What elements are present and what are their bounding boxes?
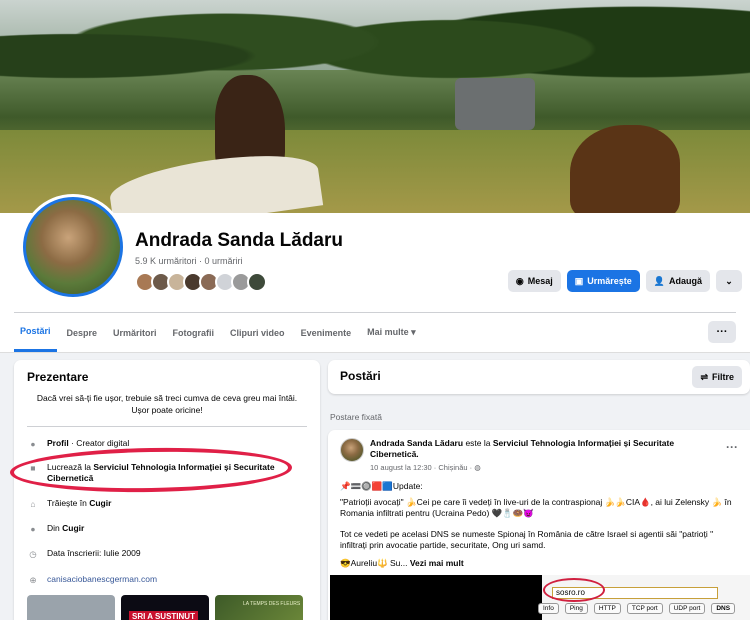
tab-photos[interactable]: Fotografii: [167, 314, 221, 352]
tab-videos[interactable]: Clipuri video: [224, 314, 291, 352]
globe-icon: ⊕: [29, 574, 37, 585]
messenger-icon: ◉: [515, 275, 524, 286]
posts-header: Postări ⇌ Filtre: [328, 360, 750, 394]
cover-trees: [0, 0, 750, 140]
media-left: [330, 575, 542, 620]
profile-tabs: Postări Despre Urmăritori Fotografii Cli…: [14, 312, 736, 352]
tcp-port-button: TCP port: [626, 603, 663, 614]
post-meta[interactable]: 10 august la 12:30 · Chișinău · ◍: [370, 463, 481, 472]
chevron-down-icon: ⌄: [725, 275, 733, 286]
followers-count[interactable]: 5.9 K urmăritori · 0 urmăriri: [135, 256, 243, 266]
add-friend-button[interactable]: 👤 Adaugă: [645, 270, 710, 292]
cover-dog: [570, 125, 680, 213]
filter-button[interactable]: ⇌ Filtre: [692, 366, 742, 388]
home-icon: ⌂: [30, 498, 36, 509]
intro-title: Prezentare: [27, 370, 89, 384]
post-line: Tot ce vedeti pe acelasi DNS se numeste …: [340, 529, 714, 550]
info-button: Info: [538, 603, 559, 614]
clock-icon: ◷: [29, 548, 37, 559]
featured-photo[interactable]: [27, 595, 115, 620]
featured-photo[interactable]: LA TEMPS DES FLEURS: [215, 595, 303, 620]
intro-joined-row: ◷ Data înscrierii: Iulie 2009: [27, 548, 312, 560]
profile-avatar[interactable]: [20, 194, 126, 300]
post-line: 😎Aureliu🔱 Su... Vezi mai mult: [340, 558, 464, 568]
cover-photo[interactable]: [0, 0, 750, 213]
udp-port-button: UDP port: [668, 603, 706, 614]
tab-followers[interactable]: Urmăritori: [107, 314, 163, 352]
tool-buttons: Info Ping HTTP TCP port UDP port DNS: [538, 603, 736, 614]
intro-photos: SRI A SUSTINUT LA TEMPS DES FLEURS: [27, 595, 303, 620]
posts-title: Postări: [340, 369, 381, 383]
tab-posts[interactable]: Postări: [14, 314, 57, 352]
intro-bio: Dacă vrei să-ți fie ușor, trebuie să tre…: [36, 393, 298, 415]
post-options-button[interactable]: ···: [726, 440, 738, 454]
post-media[interactable]: sosro.ro Info Ping HTTP TCP port UDP por…: [330, 575, 750, 620]
info-icon: ●: [30, 438, 36, 449]
post-line: 📌🟰🔘🟥🟦Update:: [340, 481, 423, 491]
avatar[interactable]: [247, 272, 267, 292]
cover-car: [455, 78, 535, 130]
http-button: HTTP: [593, 603, 621, 614]
follow-icon: ▣: [574, 275, 584, 286]
follow-button[interactable]: ▣ Urmărește: [566, 270, 640, 292]
profile-name: Andrada Sanda Lădaru: [135, 230, 343, 251]
pinned-label: Postare fixată: [330, 412, 382, 422]
post-header: Andrada Sanda Lădaru este la Serviciul T…: [370, 438, 675, 459]
website-link[interactable]: canisaciobanescgerman.com: [47, 574, 157, 585]
divider: [27, 426, 307, 427]
intro-from-row: ● Din Cugir: [27, 523, 312, 535]
tab-events[interactable]: Evenimente: [295, 314, 358, 352]
tab-about[interactable]: Despre: [61, 314, 104, 352]
expand-button[interactable]: ⌄: [716, 270, 742, 292]
ping-button: Ping: [564, 603, 588, 614]
location-pin-icon: ●: [30, 523, 36, 534]
profile-actions: ◉ Mesaj ▣ Urmărește 👤 Adaugă ⌄: [507, 270, 742, 292]
add-person-icon: 👤: [653, 275, 665, 286]
sliders-icon: ⇌: [700, 371, 708, 382]
featured-photo[interactable]: SRI A SUSTINUT: [121, 595, 209, 620]
see-more-link[interactable]: Vezi mai mult: [410, 558, 464, 568]
more-options-button[interactable]: ···: [708, 321, 736, 343]
intro-lives-row: ⌂ Trăiește în Cugir: [27, 498, 312, 510]
follower-avatars[interactable]: [135, 272, 267, 292]
post-avatar[interactable]: [340, 438, 364, 462]
message-button[interactable]: ◉ Mesaj: [507, 270, 561, 292]
dns-button: DNS: [711, 603, 736, 614]
post-line: "Patrioții avocați" 🍌Cei pe care îi vede…: [340, 497, 732, 518]
intro-website-row: ⊕ canisaciobanescgerman.com: [27, 574, 312, 586]
red-circle-annotation: [543, 578, 605, 602]
tab-more[interactable]: Mai multe ▾: [361, 314, 422, 352]
